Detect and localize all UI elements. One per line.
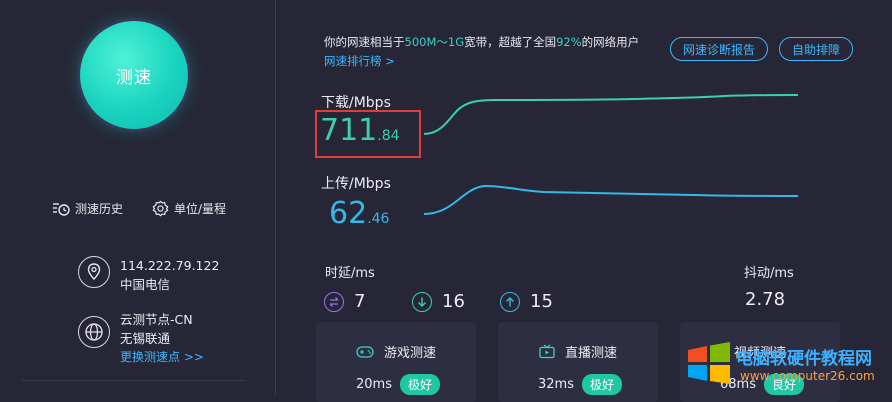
- latency-down-value: 16: [442, 291, 465, 312]
- summary-bandwidth: 500M～1G: [404, 35, 465, 49]
- watermark-url: www.computer26.com: [740, 369, 875, 383]
- game-speed-badge: 极好: [399, 374, 440, 395]
- latency-up-value: 15: [530, 291, 553, 312]
- summary-prefix: 你的网速相当于: [324, 35, 405, 49]
- summary-percent: 92%: [556, 35, 582, 49]
- latency-ping: 7: [324, 291, 365, 312]
- unit-range-label: 单位/量程: [174, 202, 227, 216]
- upload-int: 62: [329, 196, 368, 231]
- diagnose-report-button[interactable]: 网速诊断报告: [670, 37, 768, 61]
- game-speed-card[interactable]: 游戏测速 20ms 极好: [316, 322, 476, 402]
- upload-speed: 62.46: [329, 196, 389, 231]
- watermark-title: 电脑软硬件教程网: [736, 349, 872, 369]
- game-speed-value: 20ms: [356, 377, 392, 392]
- unit-range-link[interactable]: 单位/量程: [152, 200, 226, 217]
- left-panel: 测速 测速历史 单位/量程 114.222.79.122 中国电信 云测节点-C…: [0, 0, 276, 396]
- start-speed-test-button[interactable]: 测速: [80, 21, 188, 129]
- change-node-link[interactable]: 更换测速点 >>: [120, 348, 204, 367]
- download-highlight-box: [315, 110, 421, 158]
- site-watermark: 电脑软硬件教程网 www.computer26.com: [686, 338, 892, 396]
- windows-logo: [688, 342, 730, 384]
- latency-down: 16: [412, 291, 465, 312]
- jitter-label: 抖动/ms: [744, 266, 794, 281]
- speed-history-label: 测速历史: [75, 202, 124, 216]
- history-icon: [53, 202, 70, 216]
- isp-name: 中国电信: [120, 277, 171, 292]
- down-arrow-icon: [412, 291, 432, 312]
- globe-icon: [78, 316, 110, 348]
- gear-icon: [152, 200, 169, 217]
- self-troubleshoot-button[interactable]: 自助排障: [779, 37, 853, 61]
- game-speed-title: 游戏测速: [383, 346, 436, 361]
- up-arrow-icon: [500, 291, 520, 312]
- live-speed-value: 32ms: [538, 377, 574, 392]
- gamepad-icon: [356, 345, 374, 358]
- swap-arrows-icon: [324, 291, 344, 312]
- speed-curves: [424, 84, 800, 236]
- latency-ping-value: 7: [354, 291, 366, 312]
- tv-icon: [539, 344, 555, 359]
- node-info: 云测节点-CN 无锡联通 更换测速点 >>: [78, 310, 204, 367]
- left-divider: [22, 380, 245, 381]
- speed-history-link[interactable]: 测速历史: [52, 200, 123, 217]
- download-label: 下载/Mbps: [321, 95, 391, 111]
- latency-up: 15: [500, 291, 553, 312]
- jitter-value: 2.78: [745, 289, 786, 310]
- ip-info: 114.222.79.122 中国电信: [78, 256, 219, 294]
- live-speed-badge: 极好: [581, 374, 622, 395]
- upload-label: 上传/Mbps: [321, 176, 391, 192]
- live-speed-card[interactable]: 直播测速 32ms 极好: [498, 322, 658, 402]
- speed-summary: 你的网速相当于500M～1G宽带，超越了全国92%的网络用户: [324, 34, 639, 50]
- chart-grid: [424, 84, 800, 236]
- speed-ranking-link[interactable]: 网速排行榜 >: [324, 53, 395, 69]
- ip-address: 114.222.79.122: [120, 258, 220, 273]
- live-speed-title: 直播测速: [564, 346, 617, 361]
- latency-label: 时延/ms: [325, 266, 375, 281]
- upload-frac: .46: [367, 211, 390, 227]
- location-pin-icon: [78, 256, 110, 288]
- node-location: 无锡联通: [120, 331, 171, 346]
- speed-test-label: 测速: [116, 67, 152, 88]
- summary-middle: 宽带，超越了全国: [464, 35, 557, 49]
- summary-suffix: 的网络用户: [581, 35, 640, 49]
- node-name: 云测节点-CN: [120, 312, 193, 327]
